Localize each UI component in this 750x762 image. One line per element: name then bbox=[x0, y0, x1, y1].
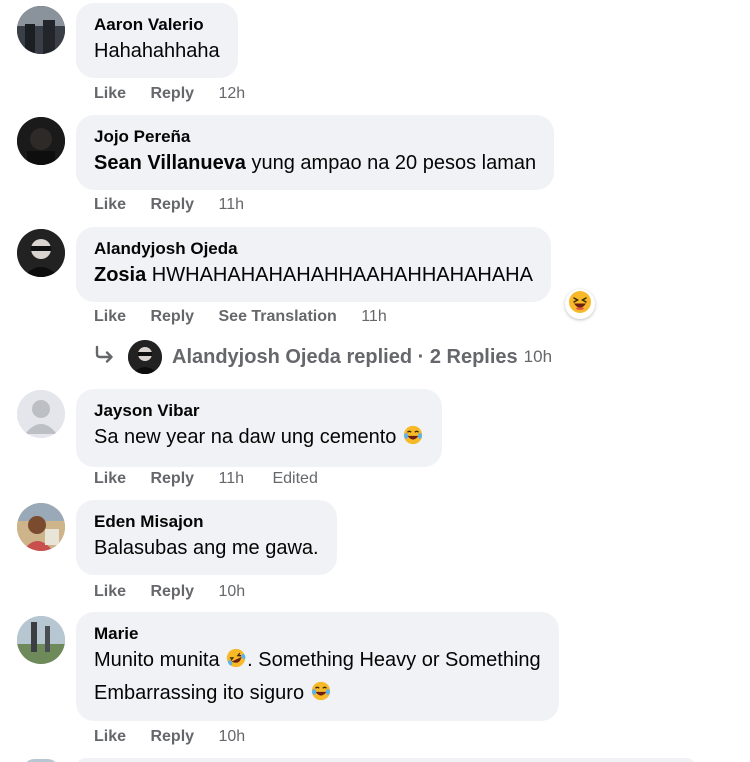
comment-bubble: Jayson Vibar Sa new year na daw ung ceme… bbox=[76, 389, 442, 467]
avatar[interactable] bbox=[17, 117, 65, 165]
comment-text-body: HWHAHAHAHAHAHHAAHAHHAHAHAHA bbox=[146, 264, 533, 286]
laughing-squint-emoji-icon bbox=[568, 290, 592, 319]
next-comment-bubble bbox=[76, 758, 696, 762]
comment-timestamp[interactable]: 10h bbox=[219, 728, 246, 745]
avatar[interactable] bbox=[17, 503, 65, 551]
comment-timestamp[interactable]: 11h bbox=[219, 196, 245, 213]
comment-actions: Like Reply 10h bbox=[94, 582, 269, 602]
like-button[interactable]: Like bbox=[94, 583, 126, 600]
reply-timestamp[interactable]: 10h bbox=[524, 347, 552, 367]
avatar[interactable] bbox=[17, 390, 65, 438]
see-translation-button[interactable]: See Translation bbox=[219, 308, 337, 325]
comment-text-body: Embarrassing ito siguro bbox=[94, 682, 310, 704]
avatar[interactable] bbox=[17, 229, 65, 277]
edited-label[interactable]: Edited bbox=[272, 470, 317, 487]
avatar bbox=[128, 340, 162, 374]
avatar[interactable] bbox=[17, 6, 65, 54]
reply-button[interactable]: Reply bbox=[150, 308, 194, 325]
comment-text: Zosia HWHAHAHAHAHAHHAAHAHHAHAHAHA bbox=[94, 260, 533, 290]
like-button[interactable]: Like bbox=[94, 308, 126, 325]
replies-summary[interactable]: Alandyjosh Ojeda replied · 2 Replies bbox=[172, 346, 518, 369]
reply-button[interactable]: Reply bbox=[150, 196, 194, 213]
comment-text-body: . Something Heavy or Something bbox=[247, 649, 541, 671]
comment-timestamp[interactable]: 11h bbox=[219, 470, 245, 487]
comment-text-body: Sa new year na daw ung cemento bbox=[94, 426, 402, 448]
comment-actions: Like Reply 11h bbox=[94, 195, 268, 215]
comment-author[interactable]: Marie bbox=[94, 623, 541, 645]
comment-bubble: Marie Munito munita . Something Heavy or… bbox=[76, 612, 559, 721]
comment-text: Munito munita . Something Heavy or Somet… bbox=[94, 645, 541, 678]
comment-text-body: yung ampao na 20 pesos laman bbox=[245, 152, 537, 174]
mention-link[interactable]: Sean Villanueva bbox=[94, 152, 246, 174]
comment-text: Hahahahhaha bbox=[94, 40, 220, 62]
comment-author[interactable]: Jojo Pereña bbox=[94, 126, 536, 148]
reply-button[interactable]: Reply bbox=[150, 85, 194, 102]
comment-actions: Like Reply See Translation 11h bbox=[94, 307, 411, 327]
comment-text: Sean Villanueva yung ampao na 20 pesos l… bbox=[94, 148, 536, 178]
reply-button[interactable]: Reply bbox=[150, 470, 194, 487]
comment-actions: Like Reply 10h bbox=[94, 727, 269, 747]
comment-timestamp[interactable]: 12h bbox=[219, 85, 246, 102]
comment-author[interactable]: Alandyjosh Ojeda bbox=[94, 238, 533, 260]
like-button[interactable]: Like bbox=[94, 728, 126, 745]
comment-timestamp[interactable]: 11h bbox=[361, 308, 387, 325]
reply-arrow-icon bbox=[94, 345, 116, 369]
reply-button[interactable]: Reply bbox=[150, 728, 194, 745]
reaction-badge[interactable] bbox=[565, 289, 595, 319]
tears-of-joy-emoji-icon bbox=[310, 680, 332, 711]
comment-bubble: Eden Misajon Balasubas ang me gawa. bbox=[76, 500, 337, 575]
comment-actions: Like Reply 12h bbox=[94, 84, 269, 104]
comment-text-body: Munito munita bbox=[94, 649, 226, 671]
tears-of-joy-emoji-icon bbox=[402, 424, 424, 455]
rolling-laughing-emoji-icon bbox=[225, 647, 247, 678]
comment-actions: Like Reply 11h Edited bbox=[94, 469, 318, 489]
comment-bubble: Alandyjosh Ojeda Zosia HWHAHAHAHAHAHHAAH… bbox=[76, 227, 551, 302]
comment-bubble: Aaron Valerio Hahahahhaha bbox=[76, 3, 238, 78]
comment-timestamp[interactable]: 10h bbox=[219, 583, 246, 600]
like-button[interactable]: Like bbox=[94, 85, 126, 102]
mention-link[interactable]: Zosia bbox=[94, 264, 146, 286]
comment-text: Embarrassing ito siguro bbox=[94, 678, 541, 711]
comment-text: Balasubas ang me gawa. bbox=[94, 537, 319, 559]
comment-author[interactable]: Aaron Valerio bbox=[94, 14, 220, 36]
view-replies-link[interactable]: Alandyjosh Ojeda replied · 2 Replies 10h bbox=[94, 340, 552, 374]
comment-author[interactable]: Eden Misajon bbox=[94, 511, 319, 533]
reply-button[interactable]: Reply bbox=[150, 583, 194, 600]
comment-author[interactable]: Jayson Vibar bbox=[94, 400, 424, 422]
comment-text: Sa new year na daw ung cemento bbox=[94, 422, 424, 455]
comment-bubble: Jojo Pereña Sean Villanueva yung ampao n… bbox=[76, 115, 555, 190]
like-button[interactable]: Like bbox=[94, 196, 126, 213]
like-button[interactable]: Like bbox=[94, 470, 126, 487]
avatar[interactable] bbox=[17, 616, 65, 664]
